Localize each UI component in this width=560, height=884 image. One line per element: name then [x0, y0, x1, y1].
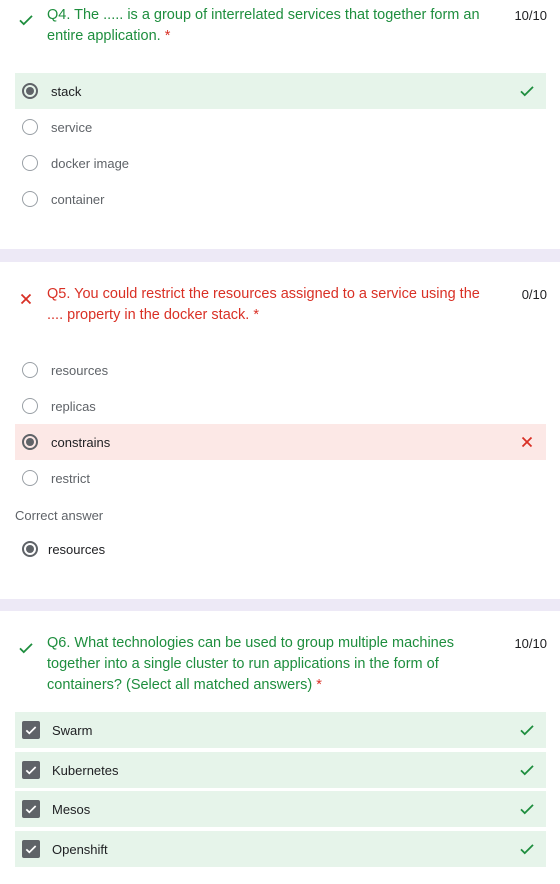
checkbox-checked[interactable] [22, 721, 40, 739]
question-card-q5: Q5. You could restrict the resources ass… [0, 262, 560, 599]
radio-selected [22, 541, 38, 557]
question-title: Q4. The ..... is a group of interrelated… [47, 7, 480, 44]
correct-answer-heading: Correct answer [15, 508, 104, 523]
radio-unselected[interactable] [22, 119, 38, 135]
option-label: Openshift [52, 841, 108, 857]
checkmark-icon [25, 845, 37, 854]
question-title: Q6. What technologies can be used to gro… [47, 635, 455, 693]
radio-unselected[interactable] [22, 470, 38, 486]
option-label: Swarm [52, 722, 93, 738]
required-mark: * [164, 28, 171, 44]
option-label: Mesos [52, 801, 91, 817]
option-label: resources [51, 362, 109, 378]
option-label: container [51, 191, 105, 207]
radio-unselected[interactable] [22, 362, 38, 378]
check-icon [520, 86, 534, 97]
option-openshift[interactable]: Openshift [15, 831, 546, 867]
required-mark: * [316, 677, 322, 693]
required-mark: * [253, 307, 259, 323]
option-label: restrict [51, 470, 90, 486]
option-service[interactable]: service [15, 109, 546, 145]
option-restrict[interactable]: restrict [15, 460, 546, 496]
cross-icon [521, 436, 533, 448]
option-replicas[interactable]: replicas [15, 388, 546, 424]
question-score: 10/10 [514, 8, 547, 23]
option-label: service [51, 119, 93, 135]
option-label: stack [51, 83, 82, 99]
checkbox-checked[interactable] [22, 840, 40, 858]
option-label: replicas [51, 398, 96, 414]
radio-selected[interactable] [22, 83, 38, 99]
checkmark-icon [25, 766, 37, 775]
checkbox-checked[interactable] [22, 761, 40, 779]
question-card-q6: Q6. What technologies can be used to gro… [0, 611, 560, 884]
option-container[interactable]: container [15, 181, 546, 217]
question-card-q4: Q4. The ..... is a group of interrelated… [0, 0, 560, 249]
check-icon [520, 844, 534, 855]
question-title: Q5. You could restrict the resources ass… [47, 286, 480, 323]
check-icon [19, 643, 33, 654]
radio-unselected[interactable] [22, 155, 38, 171]
option-label: docker image [51, 155, 130, 171]
check-icon [520, 725, 534, 736]
radio-unselected[interactable] [22, 398, 38, 414]
option-label: Kubernetes [52, 762, 119, 778]
radio-unselected[interactable] [22, 191, 38, 207]
option-resources[interactable]: resources [15, 352, 546, 388]
checkmark-icon [25, 726, 37, 735]
correct-answer-option: resources [15, 531, 546, 567]
option-kubernetes[interactable]: Kubernetes [15, 752, 546, 788]
option-docker-image[interactable]: docker image [15, 145, 546, 181]
check-icon [520, 804, 534, 815]
question-score: 0/10 [521, 287, 547, 302]
cross-icon [20, 293, 32, 305]
option-stack[interactable]: stack [15, 73, 546, 109]
check-icon [19, 15, 33, 26]
checkmark-icon [25, 805, 37, 814]
question-score: 10/10 [514, 636, 547, 651]
option-mesos[interactable]: Mesos [15, 791, 546, 827]
correct-answer-label: resources [48, 541, 106, 557]
checkbox-checked[interactable] [22, 800, 40, 818]
option-swarm[interactable]: Swarm [15, 712, 546, 748]
option-label: constrains [51, 434, 111, 450]
radio-selected[interactable] [22, 434, 38, 450]
check-icon [520, 765, 534, 776]
option-constrains[interactable]: constrains [15, 424, 546, 460]
